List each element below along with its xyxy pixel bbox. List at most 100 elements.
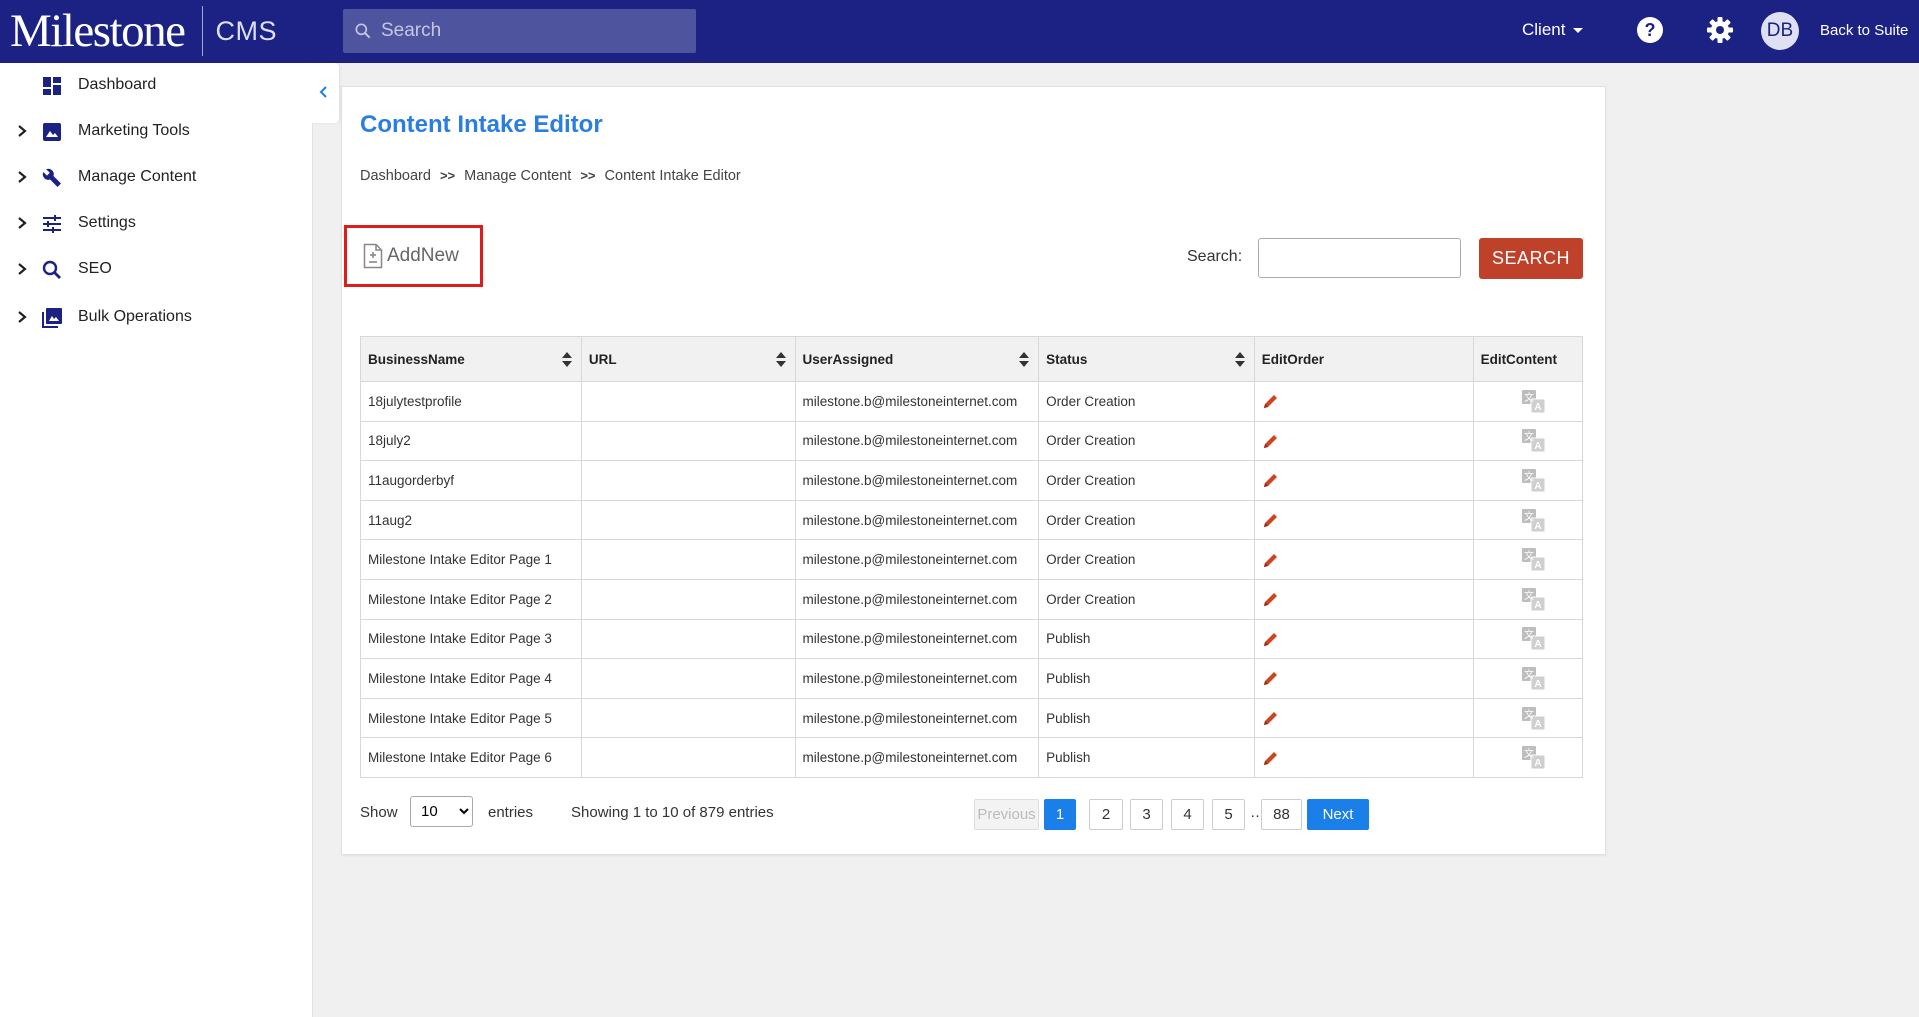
sidebar-collapse-toggle[interactable] — [312, 63, 339, 123]
table-row: Milestone Intake Editor Page 1 milestone.… — [360, 539, 1584, 580]
add-new-button[interactable]: AddNew — [344, 225, 483, 287]
translate-icon: 文A — [1521, 587, 1546, 612]
svg-text:文: 文 — [1524, 708, 1534, 721]
sidebar-item-bulk-operations[interactable]: Bulk Operations — [0, 297, 312, 337]
page-button-1[interactable]: 1 — [1044, 799, 1076, 830]
cell-url — [580, 697, 796, 739]
edit-content-button[interactable]: 文A — [1472, 499, 1584, 541]
back-to-suite-link[interactable]: Back to Suite — [1820, 22, 1908, 39]
sidebar-item-settings[interactable]: Settings — [0, 203, 312, 243]
sidebar-item-label: Manage Content — [78, 168, 197, 185]
column-header-businessname[interactable]: BusinessName — [360, 336, 582, 382]
cell-status: Publish — [1038, 737, 1255, 778]
search-icon — [42, 260, 61, 279]
table-header-row: BusinessName URL UserAssigned Status Edi… — [360, 336, 1584, 382]
edit-content-button[interactable]: 文A — [1472, 420, 1584, 462]
help-icon[interactable]: ? — [1636, 16, 1664, 44]
table-body: 18julytestprofile milestone.b@milestonein… — [360, 381, 1584, 778]
cell-userassigned: milestone.b@milestoneinternet.com — [794, 499, 1040, 541]
cell-businessname: 18july2 — [360, 420, 582, 462]
edit-content-button[interactable]: 文A — [1472, 578, 1584, 620]
edit-content-button[interactable]: 文A — [1472, 381, 1584, 422]
logo-text: Milestone — [10, 4, 186, 57]
image-icon — [43, 123, 61, 141]
breadcrumb-item-manage-content[interactable]: Manage Content — [464, 168, 571, 184]
edit-order-button[interactable] — [1253, 539, 1474, 580]
cell-userassigned: milestone.p@milestoneinternet.com — [794, 618, 1040, 660]
cell-businessname: 11augorderbyf — [360, 460, 582, 501]
next-page-button[interactable]: Next — [1307, 799, 1369, 830]
column-header-url[interactable]: URL — [580, 336, 796, 382]
search-label: Search: — [1187, 248, 1243, 265]
cell-status: Publish — [1038, 697, 1255, 739]
global-search-input[interactable] — [379, 19, 683, 43]
sidebar-item-label: Dashboard — [78, 76, 157, 93]
entries-label: entries — [488, 804, 534, 821]
edit-order-button[interactable] — [1253, 499, 1474, 541]
edit-content-button[interactable]: 文A — [1472, 618, 1584, 660]
cell-businessname: 18julytestprofile — [360, 381, 582, 422]
pencil-icon — [1263, 632, 1277, 646]
page-button-3[interactable]: 3 — [1130, 799, 1163, 830]
column-header-userassigned[interactable]: UserAssigned — [794, 336, 1040, 382]
svg-text:文: 文 — [1524, 510, 1534, 523]
cell-userassigned: milestone.b@milestoneinternet.com — [794, 460, 1040, 501]
previous-page-button[interactable]: Previous — [974, 799, 1039, 830]
global-search[interactable] — [343, 9, 696, 53]
breadcrumb-item-dashboard[interactable]: Dashboard — [360, 168, 431, 184]
logo[interactable]: Milestone CMS — [10, 6, 277, 56]
sliders-icon — [43, 215, 61, 233]
gear-icon[interactable] — [1706, 16, 1734, 44]
sidebar-item-marketing-tools[interactable]: Marketing Tools — [0, 111, 312, 151]
cell-url — [580, 460, 796, 501]
chevron-right-icon — [18, 217, 27, 229]
cell-businessname: Milestone Intake Editor Page 4 — [360, 658, 582, 699]
translate-icon: 文A — [1521, 627, 1546, 651]
page-button-4[interactable]: 4 — [1171, 799, 1204, 830]
sidebar-item-seo[interactable]: SEO — [0, 249, 312, 289]
cell-url — [580, 658, 796, 699]
cell-url — [580, 499, 796, 541]
column-header-status[interactable]: Status — [1038, 336, 1255, 382]
breadcrumb: Dashboard >> Manage Content >> Content I… — [360, 168, 741, 184]
edit-content-button[interactable]: 文A — [1472, 697, 1584, 739]
edit-order-button[interactable] — [1253, 618, 1474, 660]
chevron-right-icon — [18, 311, 27, 323]
edit-content-button[interactable]: 文A — [1472, 539, 1584, 580]
page-button-5[interactable]: 5 — [1212, 799, 1245, 830]
edit-order-button[interactable] — [1253, 420, 1474, 462]
translate-icon: 文A — [1521, 508, 1546, 533]
svg-text:A: A — [1534, 600, 1541, 611]
entries-per-page-select[interactable]: 10 — [410, 796, 473, 827]
edit-order-button[interactable] — [1253, 578, 1474, 620]
search-input[interactable] — [1258, 238, 1461, 278]
sidebar-item-dashboard[interactable]: Dashboard — [0, 65, 312, 105]
page-button-88[interactable]: 88 — [1261, 799, 1302, 830]
pencil-icon — [1263, 395, 1277, 409]
edit-order-button[interactable] — [1253, 658, 1474, 699]
sidebar-item-manage-content[interactable]: Manage Content — [0, 157, 312, 197]
pencil-icon — [1263, 553, 1277, 567]
cell-status: Order Creation — [1038, 578, 1255, 620]
table-row: 18july2 milestone.b@milestoneinternet.com… — [360, 420, 1584, 462]
client-dropdown[interactable]: Client — [1522, 20, 1584, 40]
avatar[interactable]: DB — [1761, 12, 1799, 50]
cell-url — [580, 381, 796, 422]
edit-order-button[interactable] — [1253, 381, 1474, 422]
edit-order-button[interactable] — [1253, 737, 1474, 778]
edit-order-button[interactable] — [1253, 697, 1474, 739]
svg-text:文: 文 — [1524, 589, 1534, 602]
cell-url — [580, 737, 796, 778]
edit-order-button[interactable] — [1253, 460, 1474, 501]
cell-status: Order Creation — [1038, 381, 1255, 422]
edit-content-button[interactable]: 文A — [1472, 658, 1584, 699]
pencil-icon — [1263, 434, 1277, 448]
cell-status: Order Creation — [1038, 420, 1255, 462]
translate-icon: 文A — [1521, 389, 1546, 414]
page-button-2[interactable]: 2 — [1089, 799, 1123, 830]
edit-content-button[interactable]: 文A — [1472, 737, 1584, 778]
search-button[interactable]: SEARCH — [1479, 238, 1583, 279]
translate-icon: 文A — [1521, 548, 1546, 572]
edit-content-button[interactable]: 文A — [1472, 460, 1584, 501]
sidebar-item-label: Settings — [78, 214, 136, 231]
